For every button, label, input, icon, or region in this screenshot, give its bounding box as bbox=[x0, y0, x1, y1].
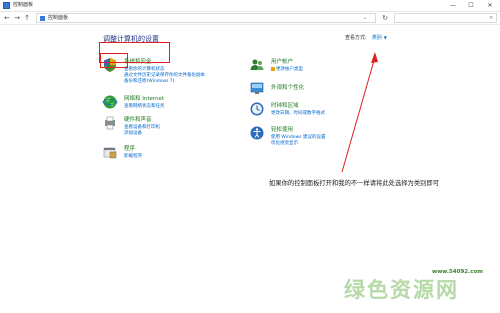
category-link[interactable]: 备份和还原(Windows 7) bbox=[124, 78, 174, 84]
network-globe-icon bbox=[102, 95, 118, 109]
category-link[interactable]: 更改帐户类型 bbox=[271, 66, 303, 72]
view-by-dropdown[interactable]: 类别 bbox=[372, 35, 382, 41]
title-bar: 控制面板 — ☐ ✕ bbox=[0, 0, 500, 12]
window-title: 控制面板 bbox=[13, 2, 34, 8]
programs-icon bbox=[103, 147, 117, 159]
annotation-note: 如果你的控制面板打开和我的不一样请将此处选择为类别即可 bbox=[269, 180, 440, 187]
annotation-arrow bbox=[341, 52, 378, 173]
watermark-text: 绿色资源网 bbox=[344, 278, 459, 302]
view-by-label: 查看方式: bbox=[345, 35, 367, 41]
printer-icon bbox=[105, 116, 115, 130]
chevron-down-icon[interactable]: ⌄ bbox=[363, 14, 367, 22]
category-title[interactable]: 轻松使用 bbox=[271, 125, 293, 133]
maximize-button[interactable]: ☐ bbox=[462, 0, 480, 11]
category-title[interactable]: 硬件和声音 bbox=[124, 115, 152, 123]
category-title[interactable]: 用户帐户 bbox=[271, 57, 293, 65]
category-link[interactable]: 添加设备 bbox=[124, 130, 142, 136]
refresh-button[interactable]: ↻ bbox=[380, 13, 390, 23]
category-link[interactable]: 查看网络状态和任务 bbox=[124, 103, 165, 109]
up-button[interactable]: ↑ bbox=[22, 13, 32, 23]
view-by: 查看方式: 类别 ▼ bbox=[345, 34, 387, 41]
caret-down-icon[interactable]: ▼ bbox=[384, 35, 387, 40]
category-title[interactable]: 时钟和区域 bbox=[271, 101, 299, 109]
breadcrumb[interactable]: 控制面板 ⌄ bbox=[36, 13, 376, 23]
category-link[interactable]: 更改日期、时间或数字格式 bbox=[271, 110, 325, 116]
close-button[interactable]: ✕ bbox=[481, 0, 499, 11]
category-link[interactable]: 优化视觉显示 bbox=[271, 140, 298, 146]
control-panel-icon bbox=[3, 2, 10, 9]
control-panel-icon bbox=[40, 16, 45, 21]
clock-icon bbox=[250, 102, 264, 116]
uac-shield-icon bbox=[271, 66, 275, 71]
highlight-box bbox=[100, 53, 128, 68]
category-title[interactable]: 网络和 Internet bbox=[124, 94, 164, 102]
ease-of-access-icon bbox=[250, 126, 264, 140]
search-input[interactable]: ⌕ bbox=[394, 13, 497, 23]
forward-button[interactable]: → bbox=[12, 13, 22, 23]
address-bar: ← → ↑ 控制面板 ⌄ ↻ ⌕ bbox=[0, 12, 500, 25]
category-title[interactable]: 外观和个性化 bbox=[271, 83, 304, 91]
breadcrumb-item[interactable]: 控制面板 bbox=[48, 14, 68, 22]
category-title[interactable]: 程序 bbox=[124, 144, 135, 152]
category-link[interactable]: 卸载程序 bbox=[124, 153, 142, 159]
users-icon bbox=[250, 59, 264, 70]
minimize-button[interactable]: — bbox=[444, 0, 462, 11]
category-link-label[interactable]: 更改帐户类型 bbox=[276, 67, 303, 72]
watermark-logo: www.54092.com 绿色资源网 bbox=[320, 268, 500, 313]
back-button[interactable]: ← bbox=[2, 13, 12, 23]
appearance-icon bbox=[250, 82, 264, 94]
search-icon: ⌕ bbox=[489, 14, 493, 21]
